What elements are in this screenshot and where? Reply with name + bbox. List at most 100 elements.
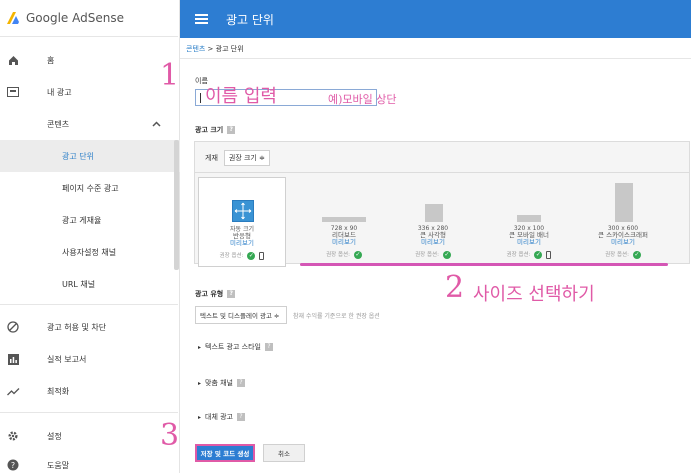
sidebar-item-label: 페이지 수준 광고 <box>62 183 119 193</box>
ad-size-thumbnail <box>425 204 443 222</box>
mobile-icon <box>546 251 552 259</box>
sidebar-item-label: URL 채널 <box>62 279 96 289</box>
trend-icon <box>6 384 20 398</box>
recommended-option: 권장 옵션: ✓ <box>199 252 285 260</box>
block-icon <box>6 320 20 334</box>
collapsible-backup-ads[interactable]: ▸ 대체 광고? <box>198 412 246 422</box>
sidebar-item-label: 사용자설정 채널 <box>62 247 117 257</box>
sidebar-item-label: 실적 보고서 <box>47 354 87 364</box>
breadcrumb: 콘텐츠 > 광고 단위 <box>186 44 244 54</box>
sidebar-item-label: 최적화 <box>47 386 70 396</box>
gear-icon <box>6 429 20 443</box>
annotation-step-1: 1 <box>160 58 180 93</box>
sidebar-item-reports[interactable]: 실적 보고서 <box>0 343 180 375</box>
annotation-step-3: 3 <box>160 418 180 453</box>
preview-link[interactable]: 미리보기 <box>579 239 667 246</box>
sidebar: Google AdSense 홈 내 광고 콘텐츠 광고 단위 페이지 수준 광… <box>0 0 180 473</box>
annotation-name-input: 이름 입력 <box>205 86 277 107</box>
recommended-label: 권장 옵션: <box>506 252 531 258</box>
divider <box>0 304 178 305</box>
annotation-step-2: 2 <box>445 270 465 305</box>
recommended-option: 권장 옵션: ✓ <box>579 251 667 259</box>
sidebar-item-help[interactable]: ? 도움말 <box>0 449 180 473</box>
menu-icon[interactable] <box>195 14 208 24</box>
help-icon[interactable]: ? <box>227 290 236 298</box>
svg-text:?: ? <box>11 461 15 470</box>
check-icon: ✓ <box>353 251 362 259</box>
sidebar-item-home[interactable]: 홈 <box>0 44 180 76</box>
mobile-icon <box>259 252 265 260</box>
sidebar-item-allow-block[interactable]: 광고 허용 및 차단 <box>0 311 180 343</box>
divider <box>180 58 691 59</box>
adsense-logo-icon <box>7 12 19 24</box>
collapsible-label: 대체 광고 <box>205 413 234 421</box>
ad-type-dropdown[interactable]: 텍스트 및 디스플레이 광고 ≑ <box>195 306 287 324</box>
ad-size-thumbnail <box>322 217 366 222</box>
recommended-label: 권장 옵션: <box>415 252 439 258</box>
page-title: 광고 단위 <box>226 12 274 27</box>
preview-link[interactable]: 미리보기 <box>199 240 285 247</box>
filter-label: 게재 <box>205 154 218 162</box>
breadcrumb-current: 광고 단위 <box>215 45 244 53</box>
sidebar-item-url-channels[interactable]: URL 채널 <box>0 268 180 300</box>
help-icon[interactable]: ? <box>265 343 273 351</box>
help-icon: ? <box>6 458 20 472</box>
check-icon: ✓ <box>632 251 641 259</box>
divider <box>0 412 178 413</box>
sidebar-item-label: 광고 허용 및 차단 <box>47 322 107 332</box>
help-icon[interactable]: ? <box>237 413 246 421</box>
sidebar-item-settings[interactable]: 설정 <box>0 420 180 452</box>
ad-type-label: 광고 유형? <box>195 289 236 299</box>
sidebar-item-ad-balance[interactable]: 광고 게재율 <box>0 204 180 236</box>
save-and-get-code-button[interactable]: 저장 및 코드 생성 <box>195 444 255 462</box>
brand-title: Google AdSense <box>26 11 124 25</box>
triangle-right-icon: ▸ <box>198 344 202 351</box>
sidebar-item-custom-channels[interactable]: 사용자설정 채널 <box>0 236 180 268</box>
ad-size-label: 광고 크기? <box>195 125 236 135</box>
sidebar-item-content[interactable]: 콘텐츠 <box>0 108 180 140</box>
home-icon <box>6 53 20 67</box>
sidebar-item-label: 설정 <box>47 431 62 441</box>
size-filter-row: 게재 권장 크기 ≑ <box>205 150 270 166</box>
sidebar-item-optimization[interactable]: 최적화 <box>0 375 180 407</box>
collapsible-label: 텍스트 광고 스타일 <box>205 343 261 351</box>
sidebar-item-label: 광고 단위 <box>62 151 94 161</box>
ad-size-option-leaderboard[interactable]: 728 x 90 리더보드 미리보기 권장 옵션: ✓ <box>300 177 388 265</box>
collapsible-label: 맞춤 채널 <box>205 379 234 387</box>
preview-link[interactable]: 미리보기 <box>485 239 573 246</box>
recommended-option: 권장 옵션: ✓ <box>300 251 388 259</box>
breadcrumb-link-content[interactable]: 콘텐츠 <box>186 45 205 53</box>
ad-size-thumbnail <box>517 215 541 222</box>
recommended-label: 권장 옵션: <box>326 252 350 258</box>
ad-size-option-large-skyscraper[interactable]: 300 x 600 큰 스카이스크래퍼 미리보기 권장 옵션: ✓ <box>579 177 667 265</box>
ad-size-option-large-mobile-banner[interactable]: 320 x 100 큰 모바일 배너 미리보기 권장 옵션: ✓ <box>485 177 573 265</box>
cancel-button[interactable]: 취소 <box>263 444 305 462</box>
ad-type-hint: 참재 수익률 기준으로 한 권장 옵션 <box>293 312 380 320</box>
ad-size-option-responsive[interactable]: 자동 크기 반응형 미리보기 권장 옵션: ✓ <box>198 177 286 267</box>
brand[interactable]: Google AdSense <box>0 0 179 36</box>
collapsible-text-ad-style[interactable]: ▸ 텍스트 광고 스타일? <box>198 342 273 352</box>
chevron-up-icon <box>152 119 161 130</box>
preview-link[interactable]: 미리보기 <box>300 239 388 246</box>
ad-type-label-text: 광고 유형 <box>195 290 224 298</box>
annotation-underline <box>300 263 668 266</box>
ad-size-option-large-rectangle[interactable]: 336 x 280 큰 사각형 미리보기 권장 옵션: ✓ <box>389 177 477 265</box>
sidebar-item-ad-units[interactable]: 광고 단위 <box>0 140 180 172</box>
help-icon[interactable]: ? <box>237 379 246 387</box>
sidebar-item-page-level-ads[interactable]: 페이지 수준 광고 <box>0 172 180 204</box>
annotation-select-size: 사이즈 선택하기 <box>473 284 595 305</box>
responsive-size-icon <box>232 200 254 222</box>
collapsible-custom-channels[interactable]: ▸ 맞춤 채널? <box>198 378 246 388</box>
text-caret <box>200 93 201 103</box>
size-filter-dropdown[interactable]: 권장 크기 ≑ <box>223 150 270 166</box>
top-app-bar: 광고 단위 <box>180 0 691 38</box>
preview-link[interactable]: 미리보기 <box>389 239 477 246</box>
ad-size-thumbnail <box>615 183 633 222</box>
divider <box>0 36 178 37</box>
sidebar-scrollbar[interactable] <box>174 140 179 270</box>
sidebar-item-my-ads[interactable]: 내 광고 <box>0 76 180 108</box>
check-icon: ✓ <box>442 251 451 259</box>
help-icon[interactable]: ? <box>227 126 236 134</box>
report-icon <box>6 352 20 366</box>
triangle-right-icon: ▸ <box>198 380 202 387</box>
